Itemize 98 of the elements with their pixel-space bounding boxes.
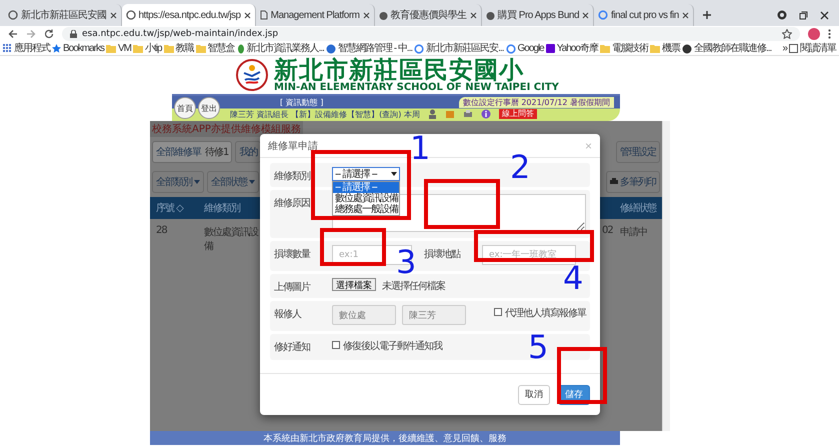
file-status: 未選擇任何檔案: [382, 280, 445, 293]
checkbox[interactable]: [494, 308, 502, 316]
leaf-icon: [236, 44, 245, 54]
name-field: 陳三芳: [402, 305, 466, 325]
star-icon: [52, 44, 61, 53]
bookmark[interactable]: 新北市資訊業務人...: [236, 43, 324, 54]
checkbox-label: 修復後以電子郵件通知我: [343, 340, 442, 353]
star-icon[interactable]: [782, 29, 792, 39]
folder-icon: [196, 44, 206, 53]
bookmark[interactable]: 電腦技術: [600, 43, 648, 54]
annotation-frame: [557, 347, 607, 404]
field-label: 維修原因: [274, 197, 311, 210]
folder-icon: [164, 44, 174, 53]
square-icon: [546, 44, 555, 53]
bookmark[interactable]: 機票: [650, 43, 680, 54]
school-title: 新北市新莊區民安國小: [274, 58, 524, 82]
scrollbar[interactable]: [662, 121, 670, 431]
annotation-number: 5: [528, 331, 548, 363]
field-label: 損壞地點: [424, 248, 462, 261]
field-label: 修好通知: [274, 340, 311, 354]
school-logo: [236, 59, 268, 91]
checkbox[interactable]: [332, 341, 340, 349]
field-label: 上傳圖片: [274, 280, 312, 294]
close-icon[interactable]: [362, 12, 370, 18]
close-icon[interactable]: [820, 10, 829, 20]
bookmark[interactable]: 全國教師在職進修...: [682, 43, 772, 54]
unit-field: 數位處: [332, 305, 396, 325]
field-label: 報修人: [274, 308, 302, 321]
folder-icon: [106, 44, 116, 53]
annotation-frame: [320, 228, 386, 266]
browser-tab[interactable]: https://esa.ntpc.edu.tw/jsp: [122, 4, 256, 26]
column-header: 維修類別: [203, 202, 242, 215]
back-arrow-icon[interactable]: [8, 29, 18, 39]
caret-icon: [391, 172, 397, 176]
dialog-title: 維修單申請: [268, 140, 318, 152]
annotation-number: 4: [563, 262, 584, 294]
bookmark[interactable]: 智慧網路管理 - 中...: [326, 43, 412, 54]
dropdown-option[interactable]: 總務處一般設備: [333, 204, 399, 215]
folder-icon: [600, 44, 610, 53]
table-cell-text: 28: [155, 225, 168, 236]
school-subtitle: MIN-AN ELEMENTARY SCHOOL OF NEW TAIPEI CITY: [274, 82, 559, 92]
restore-icon[interactable]: [799, 10, 808, 20]
bookmark[interactable]: 智慧盒: [196, 43, 235, 54]
record-icon[interactable]: [777, 10, 787, 20]
avatar-icon[interactable]: [808, 28, 820, 40]
caret-icon: [249, 180, 255, 184]
new-tab-icon[interactable]: [702, 10, 712, 20]
close-icon[interactable]: [244, 12, 251, 18]
bookmark[interactable]: 應用程式: [3, 43, 50, 54]
apps-icon: [3, 44, 12, 53]
bookmark[interactable]: 小tip: [133, 43, 162, 54]
more-bookmarks[interactable]: »: [782, 43, 787, 54]
caret-icon: [194, 180, 200, 184]
bookmark[interactable]: 新北市新莊區民安...: [414, 43, 504, 54]
dropdown-option[interactable]: -- 請選擇 --: [333, 182, 399, 193]
bookmark[interactable]: Google: [506, 43, 544, 54]
info-icon[interactable]: [480, 109, 491, 119]
notice-text: 校務系統APP亦提供維修模組服務: [150, 121, 303, 137]
bookmark[interactable]: Bookmarks: [52, 43, 104, 54]
field-label: 維修類別: [274, 170, 312, 183]
address-bar[interactable]: esa.ntpc.edu.tw/jsp/web-maintain/index.jsp: [62, 27, 800, 41]
dropdown-option[interactable]: 數位處資訊設備: [333, 193, 399, 204]
help-button[interactable]: 線上問答: [498, 109, 537, 119]
table-cell-text: 02: [601, 225, 614, 236]
annotation-number: 1: [410, 132, 430, 164]
category-select[interactable]: -- 請選擇 --: [332, 167, 400, 181]
folder-icon: [650, 44, 660, 53]
user-info: 陳三芳 資訊組長 【新】設備維修【智慧】(查詢) 本周: [230, 108, 420, 120]
close-icon[interactable]: [470, 12, 477, 18]
reading-list[interactable]: 閱讀清單: [789, 43, 836, 54]
column-header: 修繕狀態: [619, 202, 658, 215]
calendar-note: 數位設定行事曆 2021/07/12 暑假假期間: [458, 96, 614, 108]
choose-file-button[interactable]: 選擇檔案: [332, 278, 376, 291]
reload-icon[interactable]: [44, 29, 54, 39]
table-cell-text: 申請中: [619, 226, 648, 239]
close-icon[interactable]: [682, 12, 689, 18]
bookmark[interactable]: Yahoo奇摩: [546, 43, 598, 54]
nav-button[interactable]: 首頁: [174, 97, 196, 119]
menu-icon[interactable]: [828, 29, 831, 39]
annotation-number: 2: [510, 151, 530, 183]
cancel-button[interactable]: 取消: [518, 384, 550, 404]
close-icon[interactable]: [110, 12, 116, 18]
folder-icon: [133, 44, 144, 53]
person-icon[interactable]: [428, 109, 437, 119]
document-icon: [260, 10, 268, 20]
banner-label: [ 資訊動態 ]: [280, 96, 324, 108]
bookmark[interactable]: VM: [106, 43, 132, 54]
footer-text: 本系統由新北市政府教育局提供，後續維護、意見回饋、服務: [264, 432, 506, 444]
nav-button[interactable]: 登出: [198, 97, 220, 119]
filter-tab[interactable]: 全部維修單 待修1: [152, 141, 232, 163]
close-icon[interactable]: [582, 12, 590, 18]
lock-icon: [70, 30, 77, 38]
column-header: 序號 ◇: [155, 202, 184, 215]
bookmark[interactable]: 教職: [164, 43, 194, 54]
field-label: 損壞數量: [274, 248, 312, 261]
table-cell-text: 數位處資訊設備: [203, 226, 260, 253]
list-icon: [789, 44, 798, 53]
checkbox-label: 代理他人填寫報修單: [505, 306, 586, 320]
